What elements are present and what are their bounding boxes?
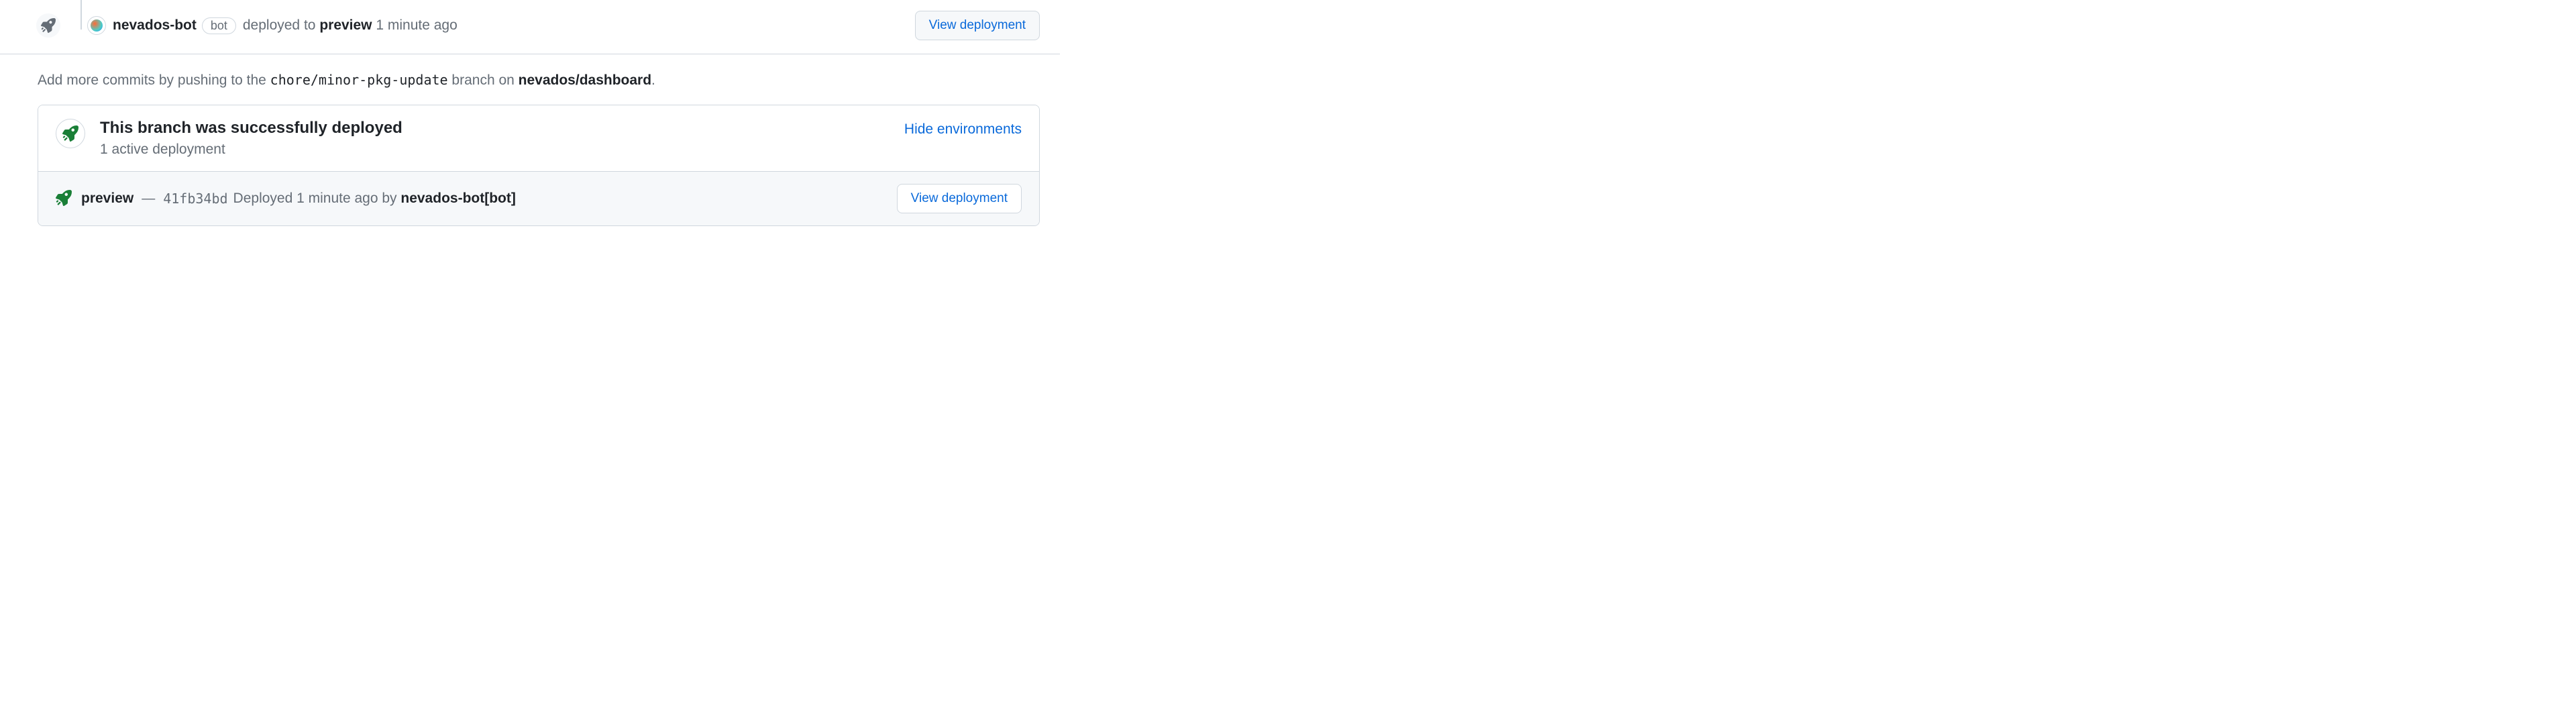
deployment-row: preview — 41fb34bd Deployed 1 minute ago… bbox=[38, 171, 1039, 225]
rocket-icon bbox=[56, 190, 72, 208]
view-deployment-button[interactable]: View deployment bbox=[897, 184, 1022, 213]
commit-sha[interactable]: 41fb34bd bbox=[163, 191, 227, 207]
branch-name: chore/minor-pkg-update bbox=[270, 72, 448, 88]
rocket-icon bbox=[56, 119, 85, 148]
bot-badge: bot bbox=[202, 17, 236, 34]
actor-link[interactable]: nevados-bot bbox=[113, 17, 197, 34]
deployments-title: This branch was successfully deployed bbox=[100, 119, 402, 138]
deployment-actor[interactable]: nevados-bot[bot] bbox=[400, 191, 515, 206]
avatar[interactable] bbox=[87, 16, 106, 35]
deployment-meta: Deployed 1 minute ago by nevados-bot[bot… bbox=[233, 191, 516, 207]
deployments-panel: This branch was successfully deployed 1 … bbox=[38, 105, 1040, 226]
hide-environments-link[interactable]: Hide environments bbox=[904, 121, 1022, 138]
repo-name: nevados/dashboard bbox=[519, 72, 651, 88]
separator: — bbox=[142, 191, 155, 207]
deployments-subtitle: 1 active deployment bbox=[100, 142, 402, 158]
deployment-timeline-event: nevados-bot bot deployed to preview 1 mi… bbox=[0, 0, 1060, 54]
deployments-header: This branch was successfully deployed 1 … bbox=[38, 105, 1039, 171]
rocket-icon bbox=[35, 12, 62, 39]
view-deployment-button[interactable]: View deployment bbox=[915, 11, 1040, 40]
event-description: deployed to preview 1 minute ago bbox=[243, 17, 458, 34]
push-hint-text: Add more commits by pushing to the chore… bbox=[0, 54, 1060, 105]
environment-name[interactable]: preview bbox=[81, 191, 133, 207]
